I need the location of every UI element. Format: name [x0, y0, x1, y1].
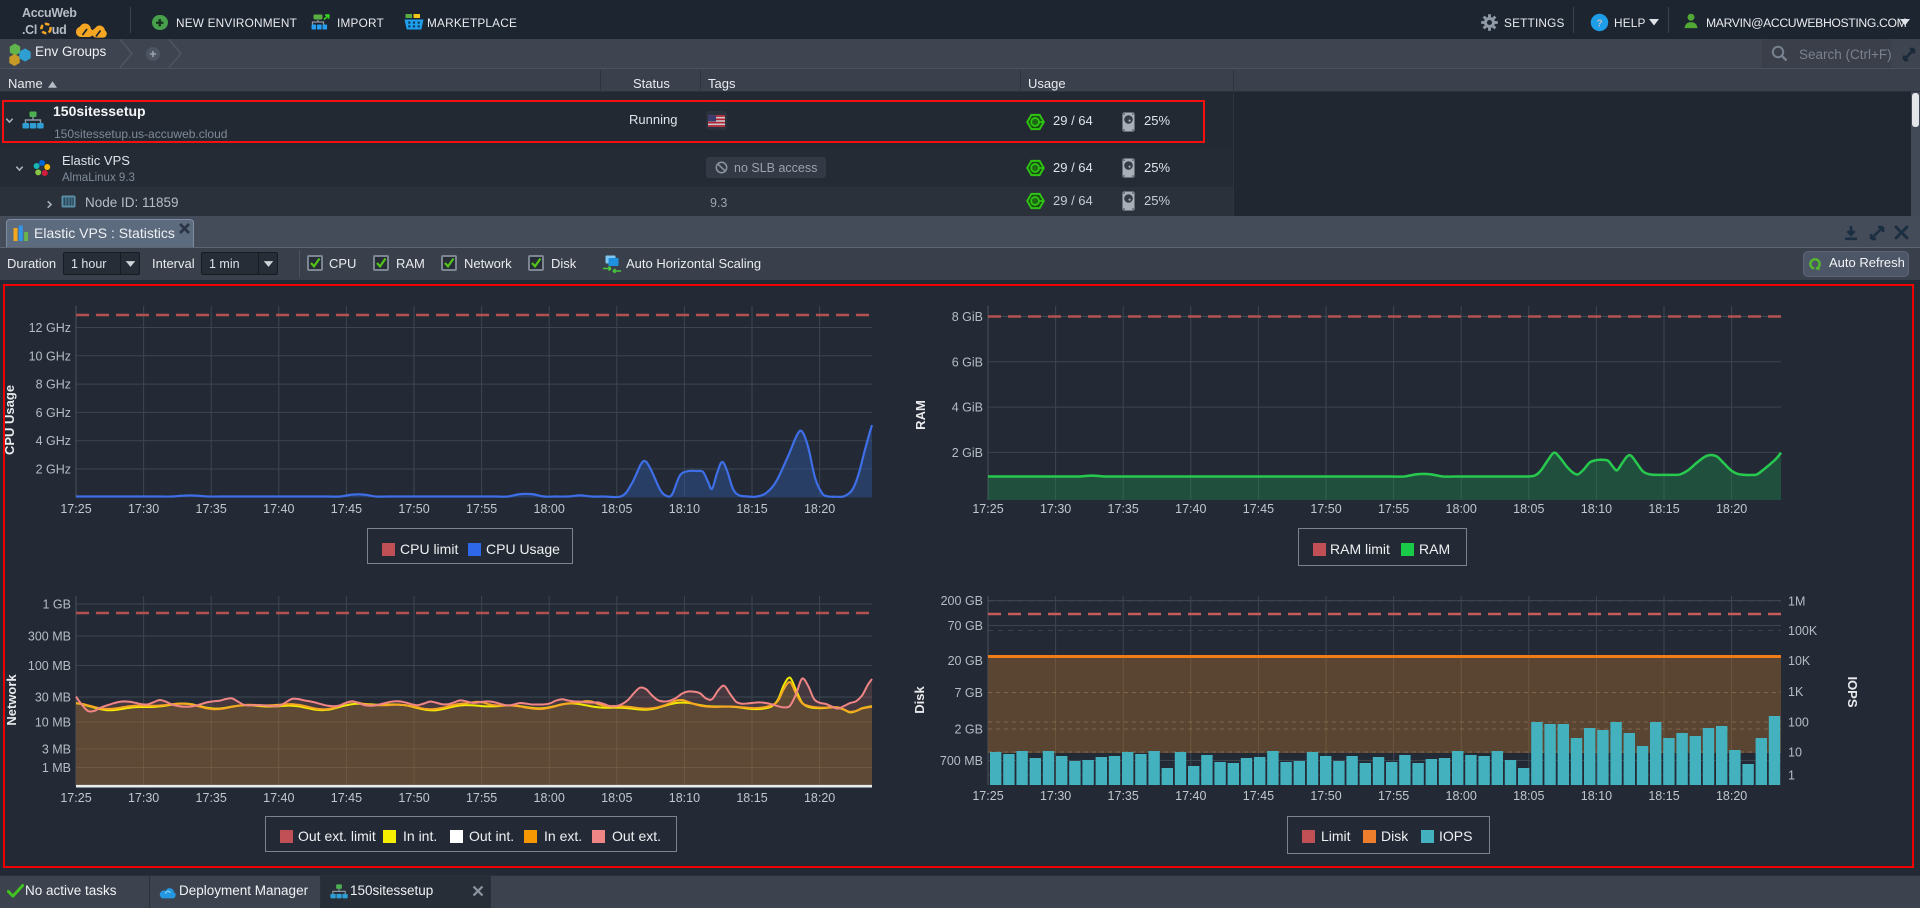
svg-text:17:50: 17:50	[398, 502, 429, 516]
svg-text:2 GiB: 2 GiB	[952, 446, 983, 460]
svg-text:17:50: 17:50	[1310, 789, 1341, 803]
svg-text:IOPS: IOPS	[1845, 676, 1860, 707]
svg-text:200 GB: 200 GB	[941, 594, 983, 608]
svg-text:Disk: Disk	[912, 686, 927, 714]
svg-text:18:15: 18:15	[1648, 789, 1679, 803]
svg-text:10 MB: 10 MB	[35, 716, 71, 730]
svg-text:30 MB: 30 MB	[35, 691, 71, 705]
svg-text:17:40: 17:40	[1175, 502, 1206, 516]
svg-text:100 MB: 100 MB	[28, 659, 71, 673]
svg-text:18:00: 18:00	[534, 791, 565, 805]
svg-text:4 GHz: 4 GHz	[36, 434, 71, 448]
svg-text:10 GHz: 10 GHz	[29, 349, 71, 363]
svg-text:17:30: 17:30	[128, 502, 159, 516]
svg-text:17:50: 17:50	[1310, 502, 1341, 516]
svg-text:17:30: 17:30	[128, 791, 159, 805]
svg-text:17:55: 17:55	[1378, 502, 1409, 516]
svg-text:18:05: 18:05	[1513, 502, 1544, 516]
svg-text:2 GB: 2 GB	[955, 723, 984, 737]
svg-text:17:25: 17:25	[60, 502, 91, 516]
svg-text:3 MB: 3 MB	[42, 743, 71, 757]
svg-text:17:30: 17:30	[1040, 502, 1071, 516]
svg-text:4 GiB: 4 GiB	[952, 401, 983, 415]
svg-text:17:35: 17:35	[196, 502, 227, 516]
svg-text:18:10: 18:10	[1581, 789, 1612, 803]
svg-text:17:35: 17:35	[1108, 502, 1139, 516]
svg-text:17:50: 17:50	[398, 791, 429, 805]
svg-text:1 MB: 1 MB	[42, 761, 71, 775]
svg-text:18:10: 18:10	[1581, 502, 1612, 516]
svg-text:18:05: 18:05	[1513, 789, 1544, 803]
svg-text:17:45: 17:45	[331, 502, 362, 516]
svg-text:17:55: 17:55	[466, 791, 497, 805]
svg-text:1K: 1K	[1788, 685, 1804, 699]
svg-text:8 GHz: 8 GHz	[36, 378, 71, 392]
svg-text:17:45: 17:45	[1243, 789, 1274, 803]
svg-text:18:00: 18:00	[1446, 502, 1477, 516]
svg-text:CPU Usage: CPU Usage	[2, 385, 17, 455]
svg-text:1 GB: 1 GB	[43, 598, 72, 612]
svg-text:20 GB: 20 GB	[948, 654, 983, 668]
svg-text:17:45: 17:45	[331, 791, 362, 805]
svg-text:18:00: 18:00	[534, 502, 565, 516]
svg-text:7 GB: 7 GB	[955, 686, 984, 700]
svg-text:18:20: 18:20	[804, 791, 835, 805]
svg-text:18:05: 18:05	[601, 791, 632, 805]
svg-text:10K: 10K	[1788, 654, 1811, 668]
svg-text:18:15: 18:15	[736, 502, 767, 516]
svg-text:17:35: 17:35	[1108, 789, 1139, 803]
svg-text:1: 1	[1788, 769, 1795, 783]
svg-text:10: 10	[1788, 746, 1802, 760]
svg-text:18:10: 18:10	[669, 791, 700, 805]
svg-text:18:15: 18:15	[1648, 502, 1679, 516]
svg-text:17:55: 17:55	[466, 502, 497, 516]
svg-text:17:40: 17:40	[1175, 789, 1206, 803]
svg-text:2 GHz: 2 GHz	[36, 463, 71, 477]
svg-text:17:35: 17:35	[196, 791, 227, 805]
svg-text:17:55: 17:55	[1378, 789, 1409, 803]
svg-text:17:30: 17:30	[1040, 789, 1071, 803]
svg-text:8 GiB: 8 GiB	[952, 310, 983, 324]
svg-text:300 MB: 300 MB	[28, 630, 71, 644]
svg-text:18:20: 18:20	[804, 502, 835, 516]
svg-text:18:15: 18:15	[736, 791, 767, 805]
svg-text:18:10: 18:10	[669, 502, 700, 516]
svg-text:17:25: 17:25	[972, 789, 1003, 803]
svg-text:17:45: 17:45	[1243, 502, 1274, 516]
svg-text:6 GiB: 6 GiB	[952, 355, 983, 369]
svg-text:18:20: 18:20	[1716, 789, 1747, 803]
svg-text:18:05: 18:05	[601, 502, 632, 516]
svg-text:17:40: 17:40	[263, 791, 294, 805]
svg-text:17:40: 17:40	[263, 502, 294, 516]
svg-text:100: 100	[1788, 716, 1809, 730]
svg-text:RAM: RAM	[913, 400, 928, 430]
svg-text:17:25: 17:25	[972, 502, 1003, 516]
svg-text:100K: 100K	[1788, 624, 1818, 638]
svg-text:17:25: 17:25	[60, 791, 91, 805]
svg-text:12 GHz: 12 GHz	[29, 321, 71, 335]
svg-text:70 GB: 70 GB	[948, 619, 983, 633]
svg-text:18:00: 18:00	[1446, 789, 1477, 803]
svg-text:Network: Network	[4, 674, 19, 726]
svg-text:6 GHz: 6 GHz	[36, 406, 71, 420]
svg-text:18:20: 18:20	[1716, 502, 1747, 516]
svg-text:1M: 1M	[1788, 595, 1805, 609]
svg-text:700 MB: 700 MB	[940, 754, 983, 768]
